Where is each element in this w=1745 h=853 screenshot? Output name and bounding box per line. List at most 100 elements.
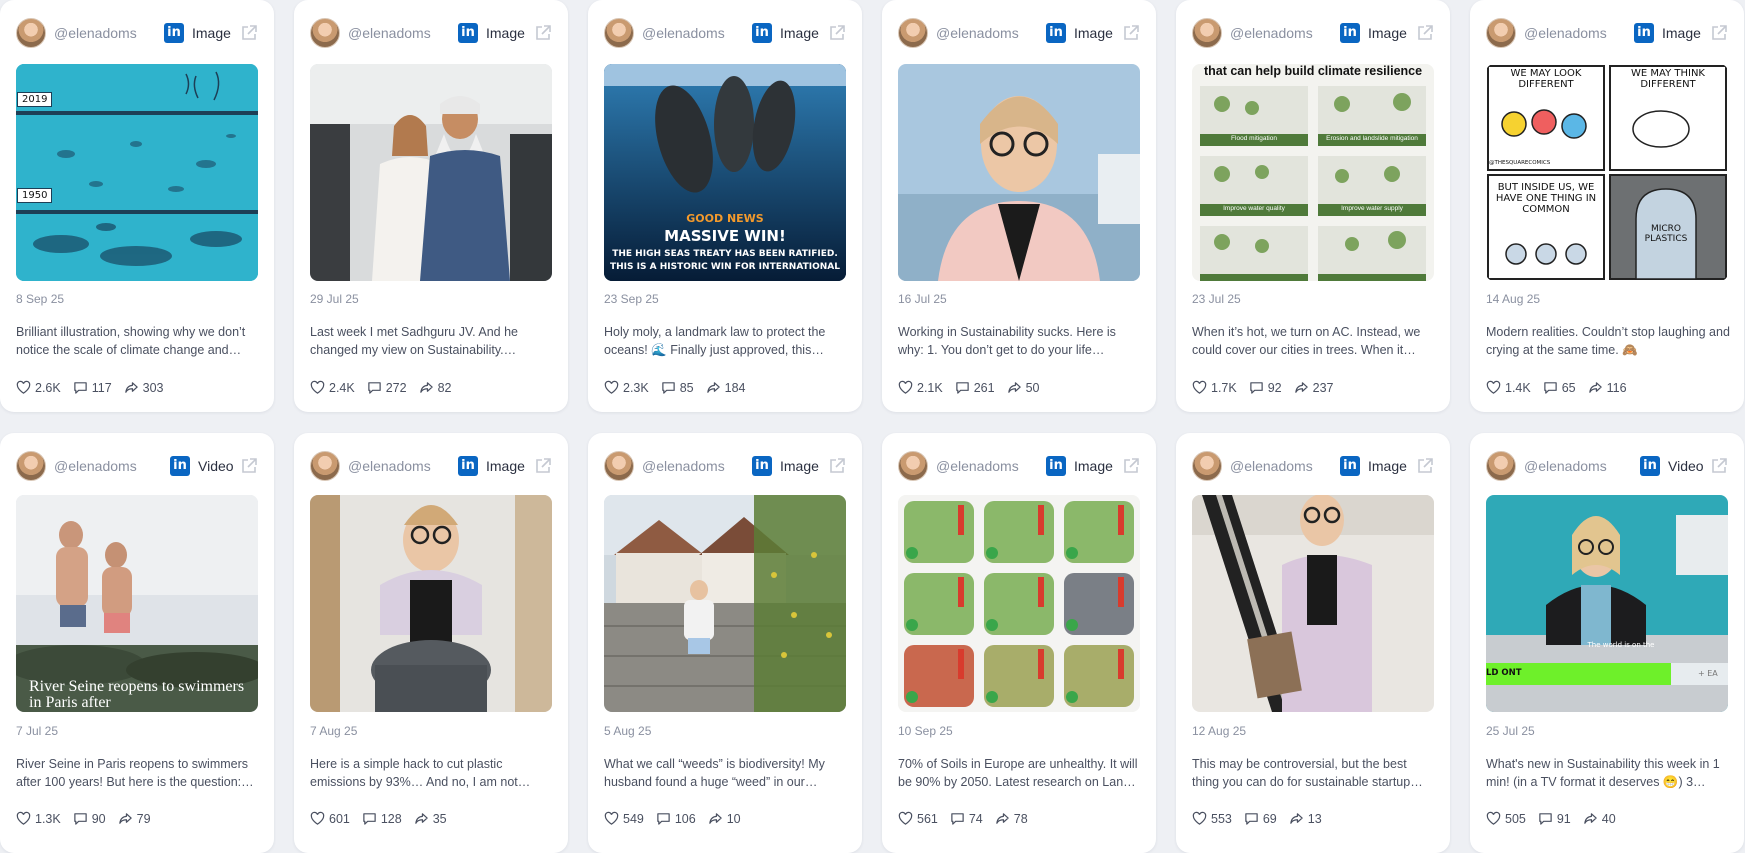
post-card[interactable]: @elenadoms in Video The world is on the … [1470,433,1744,853]
author-handle[interactable]: @elenadoms [1524,458,1607,474]
external-link-icon[interactable] [1122,24,1140,42]
external-link-icon[interactable] [1122,457,1140,475]
author-handle[interactable]: @elenadoms [54,25,137,41]
post-excerpt: 70% of Soils in Europe are unhealthy. It… [898,757,1138,789]
post-card[interactable]: @elenadoms in Image 7 Aug 25 Here is a s… [294,433,568,853]
avatar[interactable] [604,451,634,481]
external-link-icon[interactable] [828,457,846,475]
share-icon [1007,382,1021,393]
post-thumbnail[interactable]: The world is on the LD ONT + EA [1486,495,1728,712]
post-card[interactable]: @elenadoms in Image 29 Jul 25 Last week … [294,0,568,412]
avatar[interactable] [898,451,928,481]
linkedin-icon: in [164,23,184,43]
linkedin-icon: in [752,23,772,43]
author-handle[interactable]: @elenadoms [642,25,725,41]
avatar[interactable] [1486,18,1516,48]
post-thumbnail[interactable] [898,495,1140,712]
post-thumbnail[interactable]: that can help build climate resilience F… [1192,64,1434,281]
linkedin-icon: in [1046,23,1066,43]
share-icon [124,382,138,393]
comments-stat: 91 [1538,811,1571,826]
shares-stat: 116 [1588,380,1627,395]
shares-count: 82 [437,380,452,395]
avatar[interactable] [604,18,634,48]
author-handle[interactable]: @elenadoms [936,458,1019,474]
heart-icon [898,380,913,394]
post-grid: @elenadoms in Image 2019 1950 8 Sep 25 B… [0,0,1745,853]
post-stats: 2.3K 85 184 [604,380,751,395]
external-link-icon[interactable] [1416,24,1434,42]
share-icon [1584,813,1597,824]
post-stats: 549 106 10 [604,811,747,826]
comments-stat: 261 [955,380,995,395]
shares-stat: 10 [708,811,741,826]
thumbnail-caption: LD ONT [1486,668,1522,678]
post-card[interactable]: @elenadoms in Image 2019 1950 8 Sep 25 B… [0,0,274,412]
external-link-icon[interactable] [1710,24,1728,42]
post-thumbnail[interactable]: 2019 1950 [16,64,258,281]
card-header: @elenadoms in Image [294,16,568,52]
post-card[interactable]: @elenadoms in Image GOOD NEWS MASSIVE WI… [588,0,862,412]
post-card[interactable]: @elenadoms in Image WE MAY LOOK DIFFEREN… [1470,0,1744,412]
post-thumbnail[interactable]: GOOD NEWS MASSIVE WIN! THE HIGH SEAS TRE… [604,64,846,281]
external-link-icon[interactable] [1416,457,1434,475]
post-thumbnail[interactable] [310,495,552,712]
post-card[interactable]: @elenadoms in Video River Seine reopens … [0,433,274,853]
external-link-icon[interactable] [1710,457,1728,475]
comment-icon [1543,382,1557,394]
post-card[interactable]: @elenadoms in Image that can help build … [1176,0,1450,412]
external-link-icon[interactable] [534,24,552,42]
post-type-label: Video [198,458,234,474]
avatar[interactable] [1486,451,1516,481]
avatar[interactable] [310,451,340,481]
card-header: @elenadoms in Image [0,16,274,52]
avatar[interactable] [16,451,46,481]
card-header: @elenadoms in Image [882,16,1156,52]
heart-icon [1486,811,1501,825]
post-type-label: Image [780,25,819,41]
post-thumbnail[interactable]: River Seine reopens to swimmers in Paris… [16,495,258,712]
post-card[interactable]: @elenadoms in Image 16 Jul 25 Working in… [882,0,1156,412]
post-thumbnail[interactable] [1192,495,1434,712]
post-thumbnail[interactable]: WE MAY LOOK DIFFERENT WE MAY THINK DIFFE… [1486,64,1728,281]
post-card[interactable]: @elenadoms in Image 10 Sep 25 70% of Soi [882,433,1156,853]
external-link-icon[interactable] [240,24,258,42]
author-handle[interactable]: @elenadoms [936,25,1019,41]
avatar[interactable] [16,18,46,48]
external-link-icon[interactable] [240,457,258,475]
author-handle[interactable]: @elenadoms [348,25,431,41]
post-stats: 1.4K 65 116 [1486,380,1633,395]
post-thumbnail[interactable] [604,495,846,712]
post-stats: 1.3K 90 79 [16,811,157,826]
likes-stat: 2.1K [898,380,943,395]
comments-count: 90 [91,811,106,826]
post-excerpt: Holy moly, a landmark law to protect the… [604,325,826,357]
post-thumbnail[interactable] [310,64,552,281]
card-header: @elenadoms in Image [588,16,862,52]
comments-count: 272 [385,380,407,395]
comments-count: 261 [973,380,995,395]
author-handle[interactable]: @elenadoms [54,458,137,474]
external-link-icon[interactable] [828,24,846,42]
author-handle[interactable]: @elenadoms [348,458,431,474]
shares-stat: 35 [414,811,447,826]
author-handle[interactable]: @elenadoms [642,458,725,474]
author-handle[interactable]: @elenadoms [1230,25,1313,41]
avatar[interactable] [1192,451,1222,481]
post-card[interactable]: @elenadoms in Image 12 Aug 25 This may b… [1176,433,1450,853]
avatar[interactable] [898,18,928,48]
post-thumbnail[interactable] [898,64,1140,281]
comments-count: 85 [679,380,694,395]
post-date: 23 Jul 25 [1192,292,1241,306]
post-card[interactable]: @elenadoms in Image 5 Aug 25 What we cal… [588,433,862,853]
avatar[interactable] [1192,18,1222,48]
comments-stat: 85 [661,380,694,395]
comment-icon [951,813,964,825]
thumbnail-caption: MICRO PLASTICS [1644,224,1688,244]
likes-count: 505 [1505,811,1526,826]
comments-stat: 272 [367,380,407,395]
author-handle[interactable]: @elenadoms [1230,458,1313,474]
avatar[interactable] [310,18,340,48]
author-handle[interactable]: @elenadoms [1524,25,1607,41]
external-link-icon[interactable] [534,457,552,475]
